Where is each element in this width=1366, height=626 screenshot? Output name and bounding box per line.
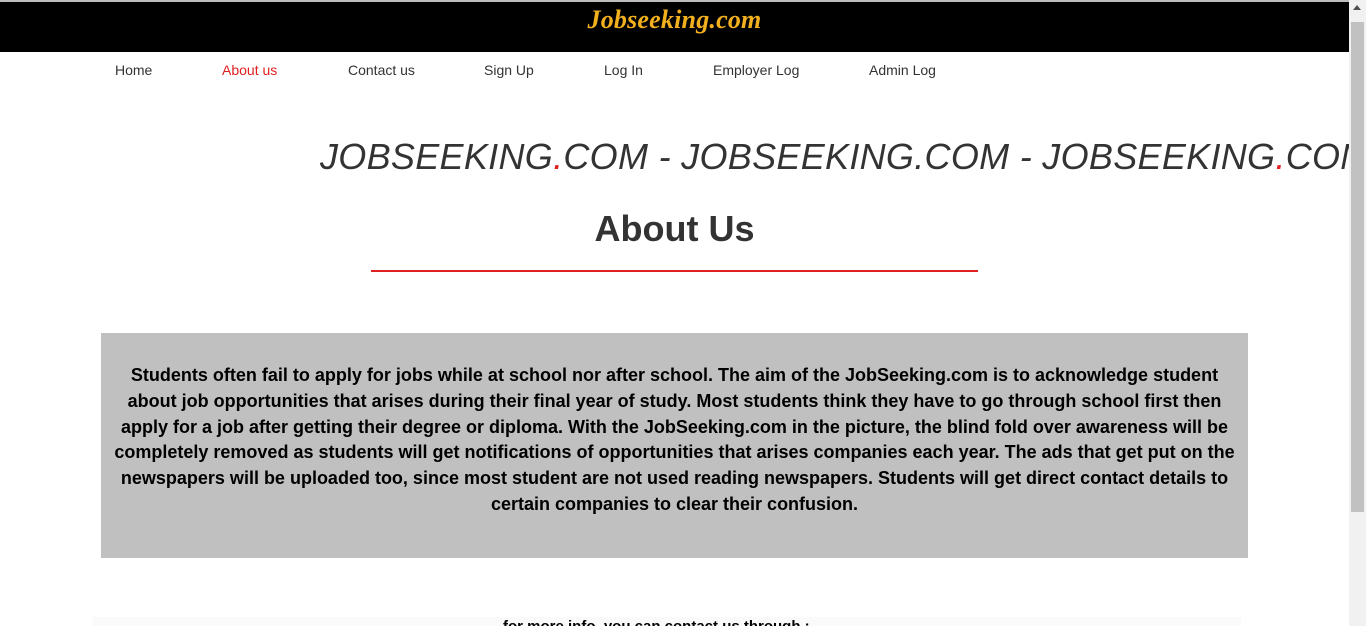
nav-contact-us[interactable]: Contact us bbox=[348, 62, 415, 78]
scrollbar-thumb[interactable] bbox=[1351, 22, 1364, 512]
site-logo[interactable]: Jobseeking.com bbox=[588, 5, 762, 35]
scroll-up-arrow-icon[interactable] bbox=[1353, 5, 1361, 10]
about-description-panel: Students often fail to apply for jobs wh… bbox=[101, 333, 1248, 558]
page-title: About Us bbox=[594, 208, 755, 249]
nav-log-in[interactable]: Log In bbox=[604, 62, 643, 78]
scrolling-banner: JOBSEEKING.COM - JOBSEEKING.COM - JOBSEE… bbox=[0, 136, 1349, 186]
contact-intro: for more info, you can contact us throug… bbox=[503, 618, 810, 626]
nav-about-us[interactable]: About us bbox=[222, 62, 277, 78]
site-header: Jobseeking.com bbox=[0, 2, 1349, 52]
vertical-scrollbar[interactable] bbox=[1349, 0, 1366, 626]
nav-home[interactable]: Home bbox=[115, 62, 152, 78]
title-underline bbox=[371, 270, 978, 272]
main-nav: Home About us Contact us Sign Up Log In … bbox=[0, 52, 1349, 88]
nav-admin-log[interactable]: Admin Log bbox=[869, 62, 936, 78]
about-description: Students often fail to apply for jobs wh… bbox=[114, 365, 1235, 514]
nav-employer-log[interactable]: Employer Log bbox=[713, 62, 799, 78]
contact-section: for more info, you can contact us throug… bbox=[93, 617, 1241, 626]
banner-text: JOBSEEKING.COM - JOBSEEKING.COM - JOBSEE… bbox=[320, 136, 1349, 177]
nav-sign-up[interactable]: Sign Up bbox=[484, 62, 534, 78]
